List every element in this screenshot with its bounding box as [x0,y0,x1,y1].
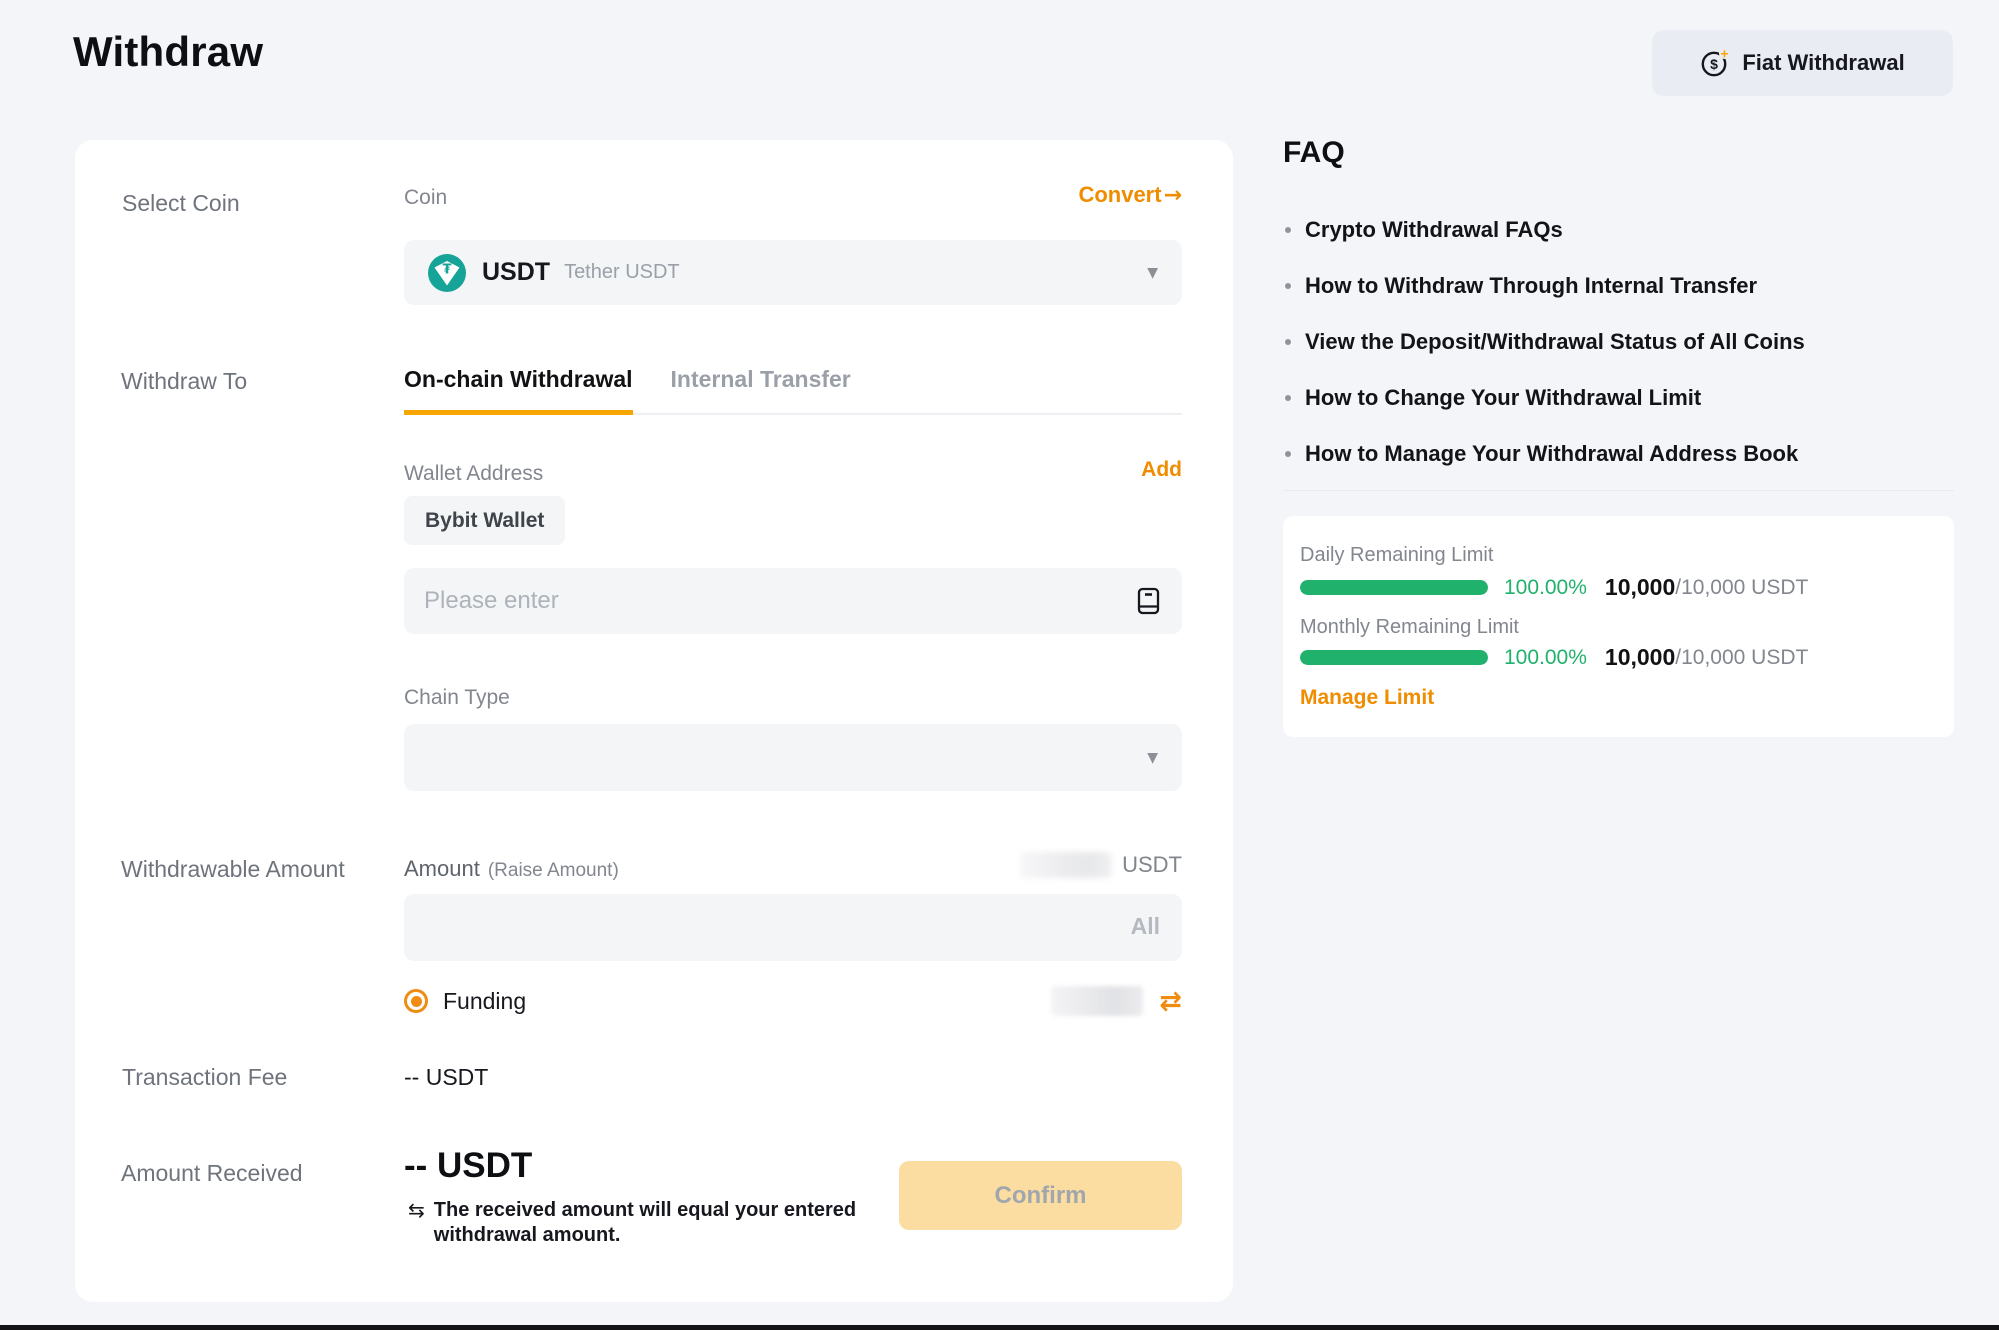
faq-item-text: How to Withdraw Through Internal Transfe… [1305,274,1757,298]
chain-type-label: Chain Type [404,686,510,710]
add-address-link[interactable]: Add [1141,458,1182,482]
faq-item[interactable]: How to Withdraw Through Internal Transfe… [1285,274,1805,298]
faq-list: Crypto Withdrawal FAQs How to Withdraw T… [1285,218,1805,498]
chevron-down-icon: ▼ [1147,750,1158,766]
bybit-wallet-tag[interactable]: Bybit Wallet [404,496,565,545]
amount-input[interactable] [404,894,1182,961]
received-note-text: The received amount will equal your ente… [434,1198,866,1248]
svg-text:$: $ [1710,56,1718,72]
bullet-icon [1285,227,1291,233]
confirm-button[interactable]: Confirm [899,1161,1182,1230]
daily-limit-total: /10,000 USDT [1675,576,1808,600]
funding-radio[interactable] [404,989,428,1013]
daily-limit-percent: 100.00% [1504,576,1587,600]
transfer-arrows-icon: ⇆ [408,1198,425,1248]
daily-limit-label: Daily Remaining Limit [1300,544,1493,567]
svg-text:+: + [1721,48,1729,62]
faq-item-text: How to Change Your Withdrawal Limit [1305,386,1701,410]
amount-received-value: -- USDT [404,1146,532,1186]
funding-row: Funding ⇄ [404,984,1182,1018]
withdraw-form-card: Select Coin Coin Convert→ ₮ USDT Tether … [75,140,1233,1302]
svg-text:₮: ₮ [442,262,451,277]
fiat-withdrawal-label: Fiat Withdrawal [1742,50,1904,76]
radio-dot [411,996,422,1007]
progress-fill [1300,650,1488,665]
faq-item-text: View the Deposit/Withdrawal Status of Al… [1305,330,1805,354]
monthly-limit-label: Monthly Remaining Limit [1300,616,1519,639]
amount-received-label: Amount Received [121,1160,303,1187]
window-bottom-edge [0,1325,1999,1330]
coin-symbol: USDT [482,258,550,287]
select-coin-label: Select Coin [122,190,240,217]
daily-limit-remaining: 10,000 [1605,574,1675,601]
faq-item-text: How to Manage Your Withdrawal Address Bo… [1305,442,1798,466]
withdrawable-balance: USDT [1020,852,1182,878]
wallet-address-label: Wallet Address [404,462,543,486]
amount-hint-label: (Raise Amount) [488,860,619,882]
funding-label: Funding [443,988,526,1015]
hidden-balance-value [1020,852,1112,878]
withdrawable-amount-label: Withdrawable Amount [121,856,345,883]
progress-fill [1300,580,1488,595]
coin-field-label: Coin [404,186,447,210]
refresh-icon[interactable]: ⇄ [1159,988,1182,1015]
faq-item[interactable]: View the Deposit/Withdrawal Status of Al… [1285,330,1805,354]
monthly-limit-percent: 100.00% [1504,646,1587,670]
usdt-coin-icon: ₮ [428,254,466,292]
daily-limit-progressbar [1300,580,1488,595]
divider [1283,490,1954,491]
tab-internal-transfer[interactable]: Internal Transfer [671,366,851,413]
amount-label-row: Amount (Raise Amount) [404,856,619,882]
fiat-withdrawal-button[interactable]: $ + Fiat Withdrawal [1652,30,1953,96]
convert-link[interactable]: Convert→ [1078,182,1182,208]
address-book-icon[interactable] [1136,586,1162,621]
all-button[interactable]: All [1131,913,1160,940]
faq-title: FAQ [1283,136,1345,170]
bullet-icon [1285,339,1291,345]
convert-arrow-icon: → [1164,183,1182,208]
daily-limit-row: 100.00% 10,000 /10,000 USDT [1300,574,1808,601]
received-note: ⇆ The received amount will equal your en… [408,1198,866,1248]
coin-select-dropdown[interactable]: ₮ USDT Tether USDT ▼ [404,240,1182,305]
bullet-icon [1285,395,1291,401]
faq-item[interactable]: How to Manage Your Withdrawal Address Bo… [1285,442,1805,466]
amount-label: Amount [404,856,480,882]
withdraw-to-label: Withdraw To [121,368,247,395]
convert-label: Convert [1078,182,1161,208]
monthly-limit-progressbar [1300,650,1488,665]
balance-unit: USDT [1122,852,1182,878]
monthly-limit-total: /10,000 USDT [1675,646,1808,670]
transaction-fee-value: -- USDT [404,1064,488,1091]
faq-item-text: Crypto Withdrawal FAQs [1305,218,1563,242]
manage-limit-link[interactable]: Manage Limit [1300,686,1434,710]
amount-field: All [404,894,1182,961]
transaction-fee-label: Transaction Fee [122,1064,287,1091]
tab-onchain-withdrawal[interactable]: On-chain Withdrawal [404,366,633,415]
chain-type-dropdown[interactable]: ▼ [404,724,1182,791]
monthly-limit-row: 100.00% 10,000 /10,000 USDT [1300,644,1808,671]
wallet-address-field [404,568,1182,634]
page-title: Withdraw [73,28,263,76]
coin-full-name: Tether USDT [564,261,680,284]
monthly-limit-remaining: 10,000 [1605,644,1675,671]
withdraw-to-tabs: On-chain Withdrawal Internal Transfer [404,366,1182,415]
faq-item[interactable]: How to Change Your Withdrawal Limit [1285,386,1805,410]
hidden-funding-balance [1051,986,1143,1016]
faq-item[interactable]: Crypto Withdrawal FAQs [1285,218,1805,242]
fiat-coin-icon: $ + [1700,48,1730,78]
withdrawal-limit-card: Daily Remaining Limit 100.00% 10,000 /10… [1283,516,1954,737]
bullet-icon [1285,283,1291,289]
wallet-address-input[interactable] [404,568,1182,634]
bullet-icon [1285,451,1291,457]
chevron-down-icon: ▼ [1147,265,1158,281]
